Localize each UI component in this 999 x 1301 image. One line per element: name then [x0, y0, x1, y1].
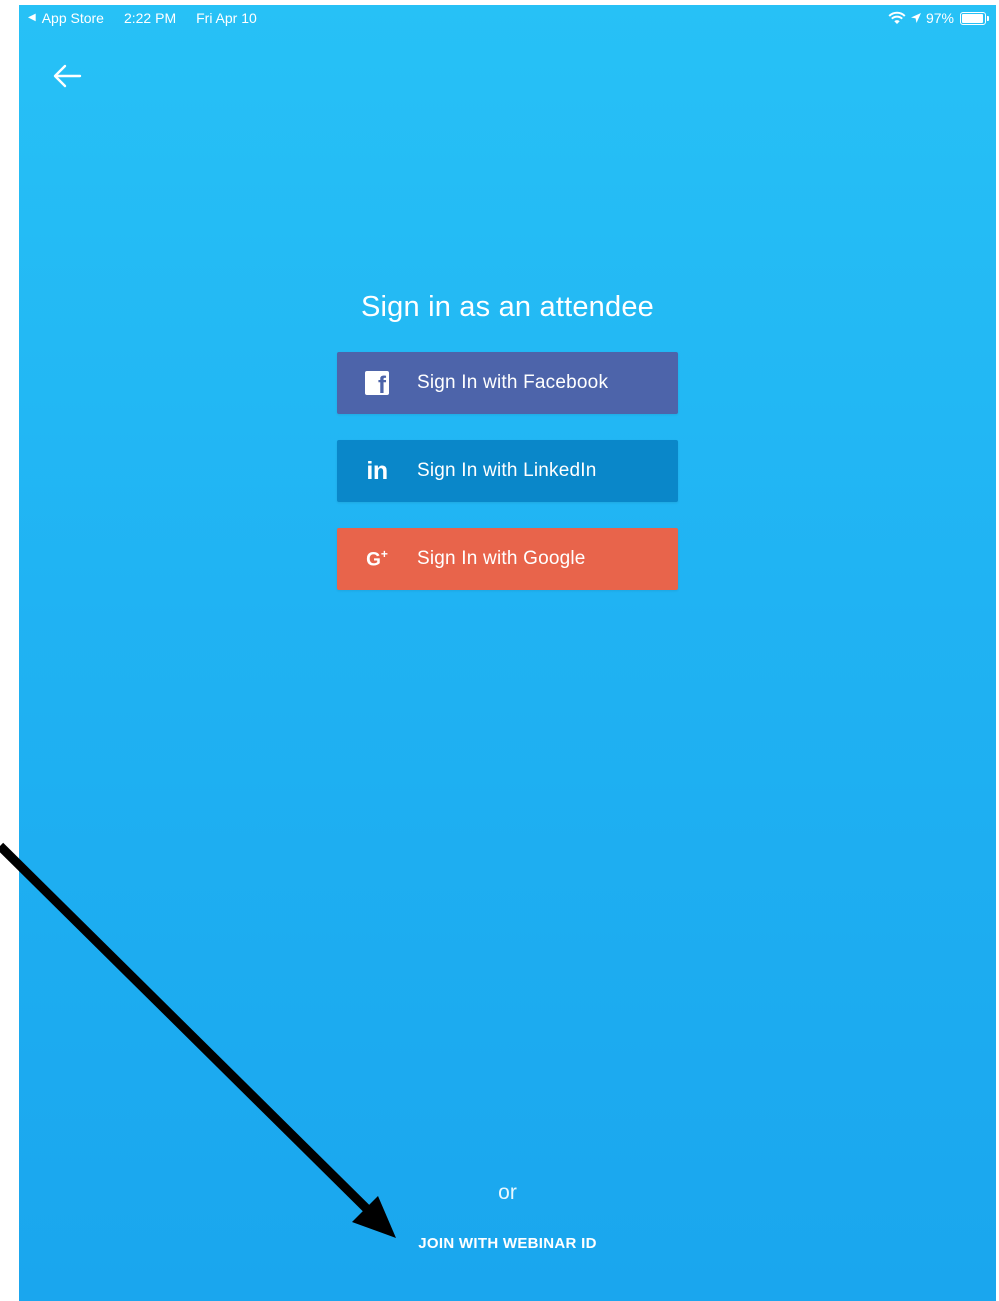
- or-separator: or: [498, 1181, 517, 1204]
- battery-icon: [960, 11, 989, 25]
- sign-in-google-label: Sign In with Google: [417, 548, 586, 569]
- status-left: ◀ App Store 2:22 PM Fri Apr 10: [28, 5, 257, 31]
- sign-in-linkedin-button[interactable]: in Sign In with LinkedIn: [337, 440, 678, 502]
- arrow-left-icon: [53, 64, 82, 88]
- back-to-app-label[interactable]: App Store: [42, 5, 104, 31]
- back-button[interactable]: [49, 57, 89, 97]
- google-plus-icon: G+: [366, 546, 388, 571]
- sign-in-google-button[interactable]: G+ Sign In with Google: [337, 528, 678, 590]
- back-to-app-icon: ◀: [28, 12, 36, 23]
- join-with-webinar-id-link[interactable]: JOIN WITH WEBINAR ID: [19, 1235, 996, 1252]
- facebook-icon: f: [337, 352, 417, 414]
- status-right: 97%: [888, 5, 989, 31]
- battery-percent: 97%: [925, 10, 954, 26]
- app-screen: ◀ App Store 2:22 PM Fri Apr 10 97% Sign …: [19, 5, 996, 1301]
- page: ◀ App Store 2:22 PM Fri Apr 10 97% Sign …: [0, 0, 999, 1301]
- wifi-icon: [888, 11, 906, 24]
- status-date: Fri Apr 10: [196, 10, 257, 26]
- location-arrow-icon: [910, 13, 921, 23]
- sign-in-facebook-button[interactable]: f Sign In with Facebook: [337, 352, 678, 414]
- page-title: Sign in as an attendee: [360, 291, 654, 323]
- battery-level: [962, 13, 984, 23]
- sign-in-linkedin-label: Sign In with LinkedIn: [417, 460, 597, 481]
- status-bar: ◀ App Store 2:22 PM Fri Apr 10 97%: [19, 5, 996, 31]
- linkedin-icon: in: [366, 456, 388, 485]
- sign-in-facebook-label: Sign In with Facebook: [417, 372, 609, 393]
- status-time: 2:22 PM: [123, 10, 177, 26]
